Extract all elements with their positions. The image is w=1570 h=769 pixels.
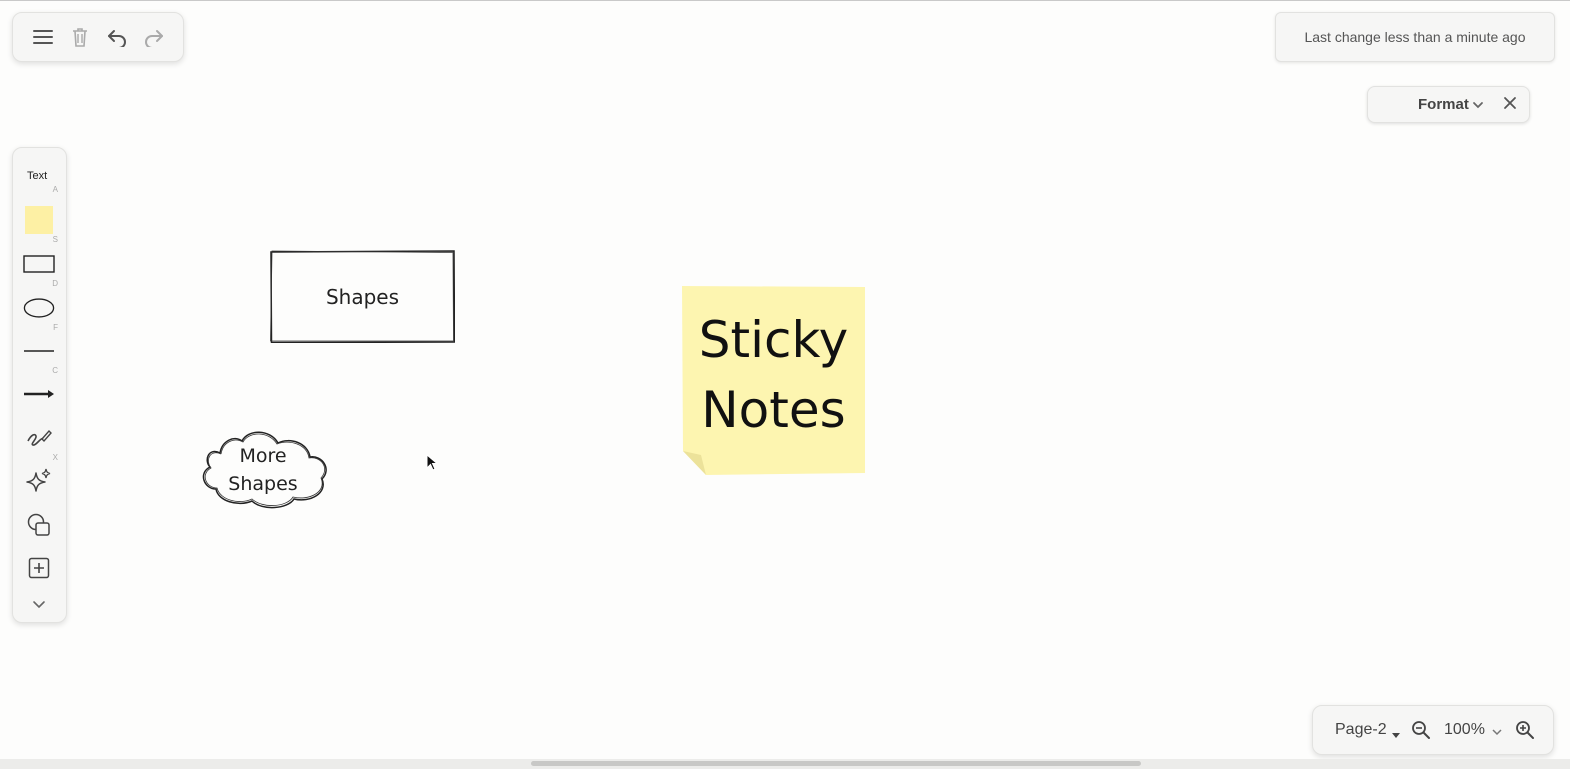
horizontal-scrollbar-thumb[interactable] [531,761,1141,766]
arrow-tool[interactable] [13,374,66,414]
close-icon[interactable] [1502,95,1518,111]
zoom-level[interactable]: 100% [1444,721,1485,739]
undo-icon[interactable] [103,23,131,51]
insert-tool[interactable] [13,548,66,588]
sticky-note-tool[interactable]: S [13,200,66,244]
ai-generate-tool[interactable] [13,461,66,501]
shapes-library-tool[interactable] [13,505,66,545]
sticky-note-shortcut: S [52,235,58,244]
ellipse-tool[interactable]: F [13,288,66,332]
plus-square-icon [23,554,55,582]
cloud-shape-label: More Shapes [208,437,318,503]
caret-down-icon[interactable] [1391,726,1401,744]
format-title[interactable]: Format [1418,96,1469,113]
cloud-label-line-1: More [239,445,287,467]
trash-icon[interactable] [66,23,94,51]
shapes-icon [23,511,55,539]
ellipse-icon [23,294,55,322]
format-panel[interactable]: Format [1367,86,1530,123]
left-toolbox: Text A S D F C X [12,147,67,623]
rectangle-icon [23,250,55,278]
last-change-text: Last change less than a minute ago [1304,29,1526,45]
arrow-icon [23,380,55,408]
more-tools-button[interactable] [13,584,66,624]
top-toolbar [12,12,184,62]
sticky-label-line-1: Sticky [698,311,849,369]
mouse-pointer-icon [426,454,438,471]
rectangle-tool[interactable]: D [13,244,66,288]
page-zoom-bar: Page-2 100% [1312,705,1554,755]
zoom-in-icon[interactable] [1515,720,1535,745]
chevron-down-icon[interactable] [1472,97,1484,115]
zoom-out-icon[interactable] [1411,720,1431,745]
chevron-down-icon [23,590,55,618]
text-tool-label: Text [27,170,48,182]
rectangle-shortcut: D [52,279,58,288]
chevron-down-icon[interactable] [1491,724,1503,742]
rectangle-shape-label: Shapes [325,284,400,309]
sticky-note-label: Sticky Notes [682,305,865,445]
line-icon [23,337,55,365]
window-top-border [0,0,1570,1]
sticky-note-icon [23,206,55,234]
pencil-squiggle-icon [23,424,55,452]
hamburger-menu-icon[interactable] [29,23,57,51]
cloud-label-line-2: Shapes [228,473,298,495]
page-selector[interactable]: Page-2 [1335,721,1387,739]
sticky-label-line-2: Notes [701,381,846,439]
last-change-status[interactable]: Last change less than a minute ago [1275,12,1555,62]
text-tool-shortcut: A [52,185,58,194]
freehand-tool[interactable]: X [13,418,66,462]
line-tool[interactable]: C [13,331,66,375]
redo-icon[interactable] [140,23,168,51]
sparkles-icon [23,467,55,495]
text-tool[interactable]: Text A [13,148,66,194]
